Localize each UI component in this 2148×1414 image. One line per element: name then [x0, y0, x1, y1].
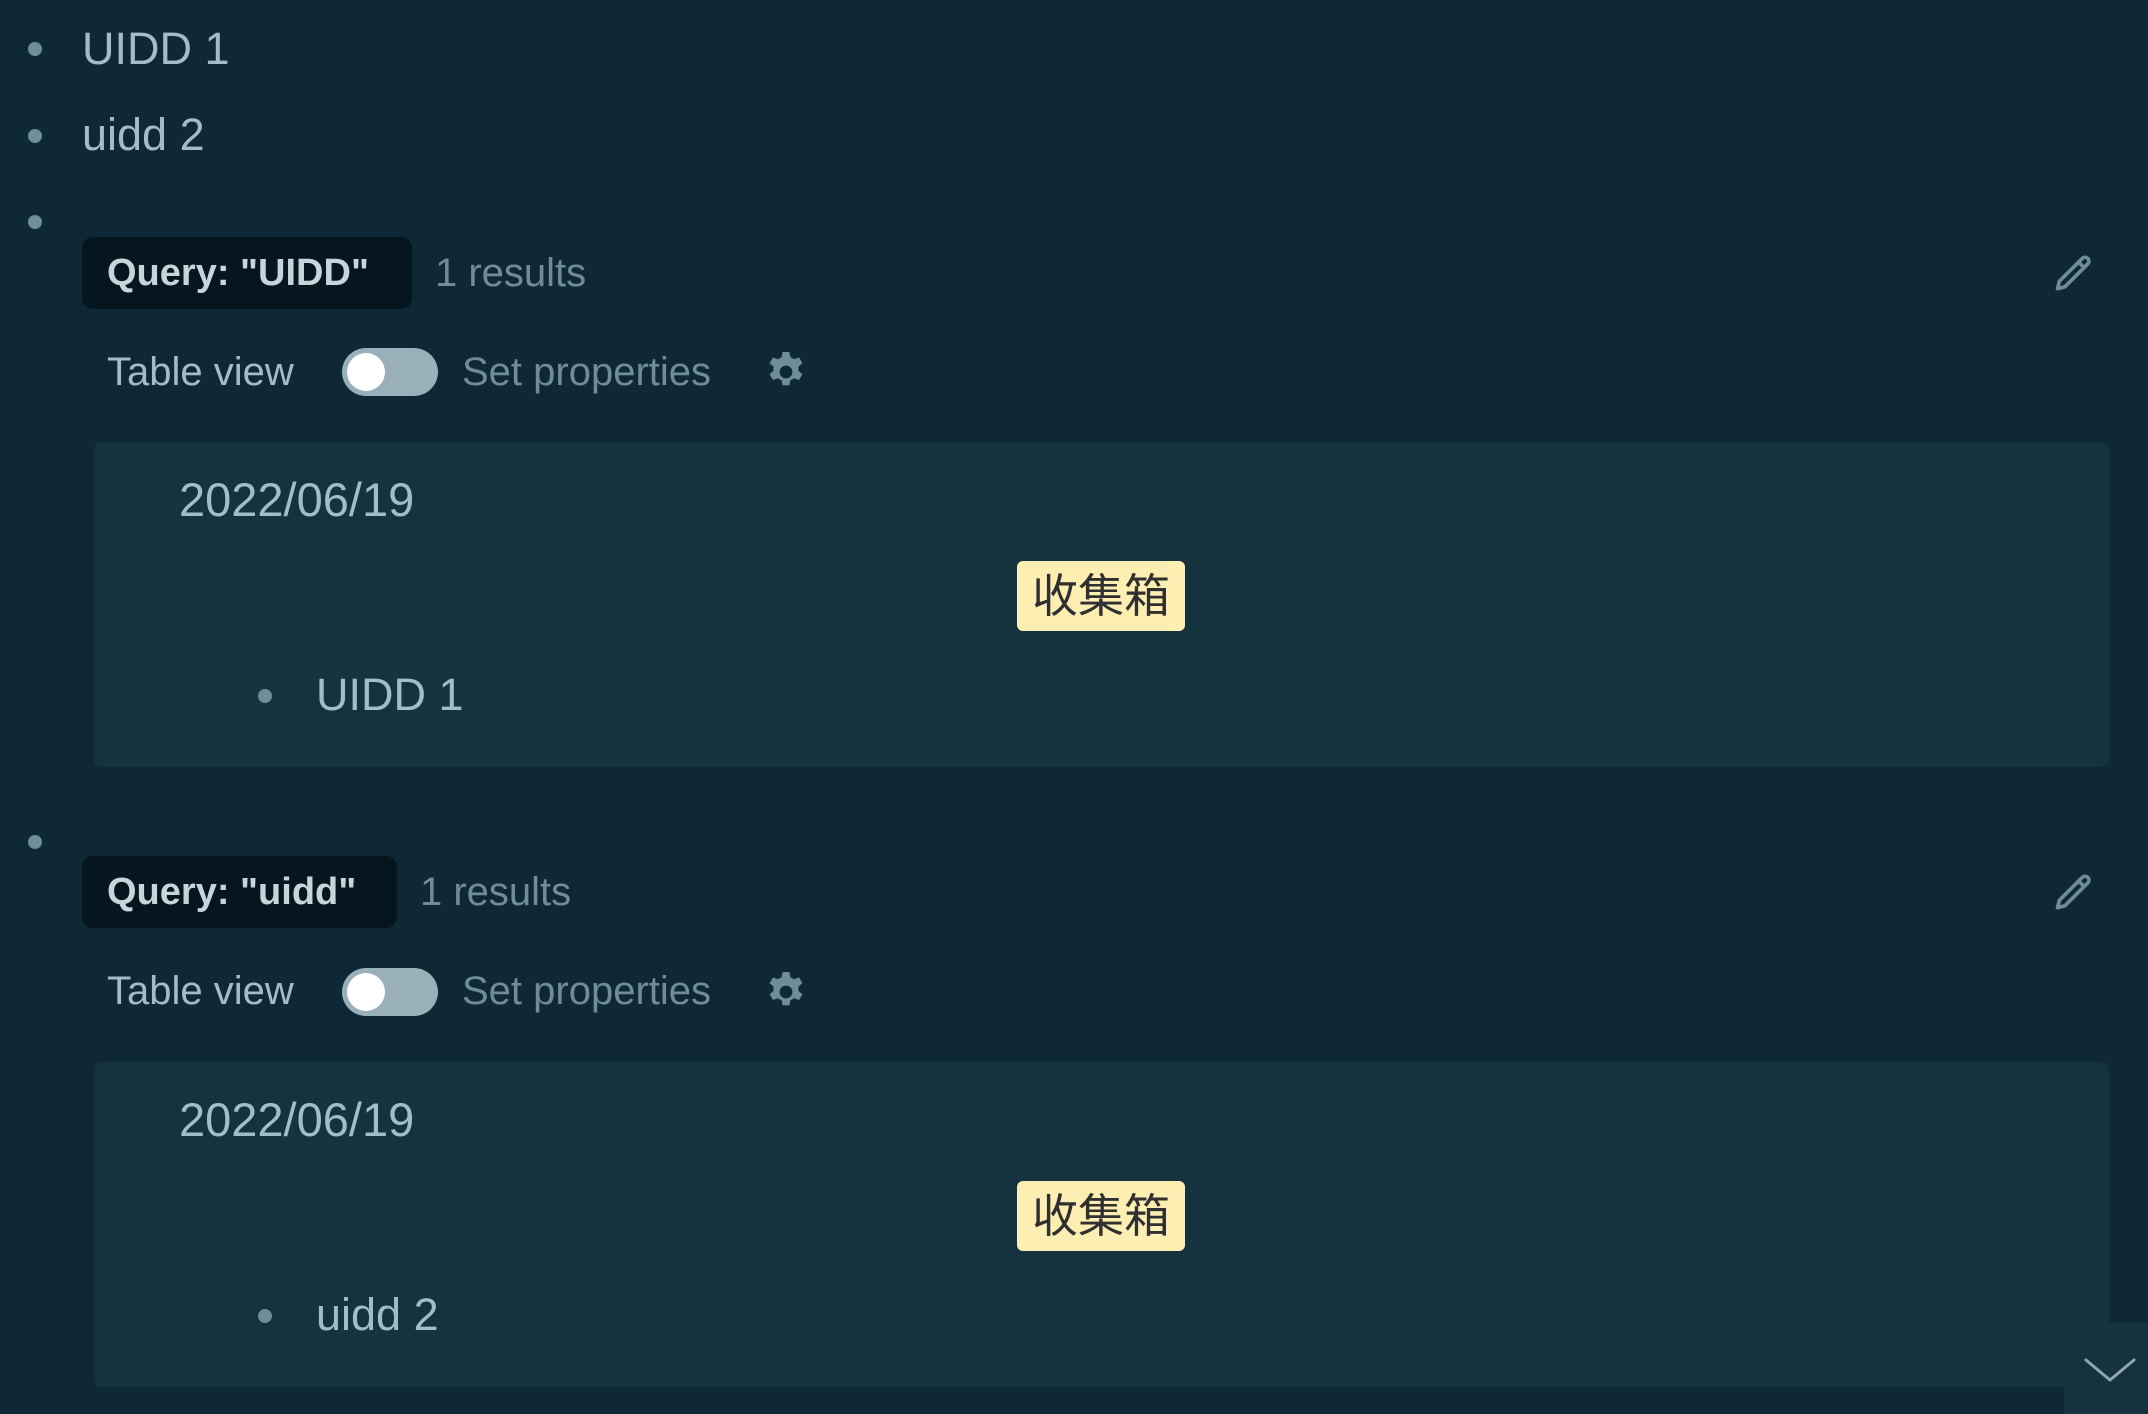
block-text[interactable]: UIDD 1 [82, 21, 230, 77]
result-page-title[interactable]: 2022/06/19 [179, 470, 414, 530]
chevron-down-icon [2084, 1358, 2136, 1382]
result-item-text[interactable]: uidd 2 [316, 1287, 439, 1343]
table-view-toggle[interactable] [342, 968, 438, 1016]
block-text[interactable]: uidd 2 [82, 107, 205, 163]
block-bullet[interactable] [28, 835, 42, 849]
result-bullet[interactable] [258, 1309, 272, 1323]
results-count: 1 results [420, 870, 572, 914]
table-view-label: Table view [107, 350, 294, 394]
pencil-icon[interactable] [2052, 252, 2096, 296]
result-item-text[interactable]: UIDD 1 [316, 667, 464, 723]
block-bullet[interactable] [28, 42, 42, 56]
block-bullet[interactable] [28, 215, 42, 229]
result-bullet[interactable] [258, 689, 272, 703]
set-properties-button[interactable]: Set properties [462, 966, 711, 1016]
query-badge[interactable]: Query: "uidd" [82, 856, 397, 928]
block-bullet[interactable] [28, 129, 42, 143]
result-page-title[interactable]: 2022/06/19 [179, 1090, 414, 1150]
query-result-panel: 2022/06/19 收集箱 uidd 2 [94, 1062, 2109, 1387]
set-properties-button[interactable]: Set properties [462, 347, 711, 397]
results-count: 1 results [435, 251, 587, 295]
tag-badge[interactable]: 收集箱 [1017, 1181, 1185, 1251]
pencil-icon[interactable] [2052, 871, 2096, 915]
toggle-knob [347, 973, 385, 1011]
gear-icon[interactable] [762, 968, 810, 1016]
toggle-knob [347, 353, 385, 391]
table-view-toggle[interactable] [342, 348, 438, 396]
tag-badge[interactable]: 收集箱 [1017, 561, 1185, 631]
query-result-panel: 2022/06/19 收集箱 UIDD 1 [94, 442, 2109, 767]
gear-icon[interactable] [762, 348, 810, 396]
query-badge[interactable]: Query: "UIDD" [82, 237, 412, 309]
table-view-label: Table view [107, 969, 294, 1013]
scroll-down-button[interactable] [2064, 1322, 2148, 1414]
